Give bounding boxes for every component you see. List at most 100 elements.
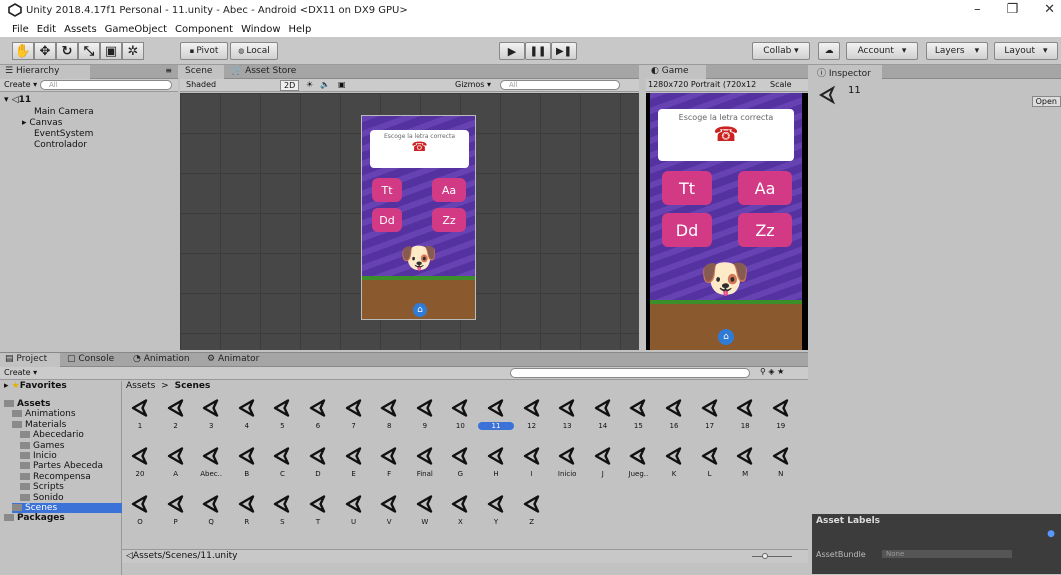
open-button[interactable]: Open — [1031, 96, 1061, 107]
unity-scene-icon[interactable] — [308, 446, 328, 466]
unity-scene-icon[interactable] — [344, 446, 364, 466]
project-tree-item[interactable]: Partes Abeceda — [20, 461, 103, 471]
scene-search-input[interactable]: All — [500, 80, 620, 90]
scene-asset-label[interactable]: 18 — [727, 422, 763, 430]
unity-scene-icon[interactable] — [130, 398, 150, 418]
unity-scene-icon[interactable] — [272, 446, 292, 466]
unity-scene-icon[interactable] — [272, 494, 292, 514]
close-icon[interactable]: ✕ — [1044, 2, 1055, 17]
project-tree-item[interactable]: Assets — [4, 399, 50, 409]
unity-scene-icon[interactable] — [522, 494, 542, 514]
menu-assets[interactable]: Assets — [64, 24, 97, 35]
hierarchy-root[interactable]: ▾ ◁11 — [4, 95, 31, 105]
unity-scene-icon[interactable] — [522, 446, 542, 466]
scene-asset-label[interactable]: 8 — [371, 422, 407, 430]
scene-asset-label[interactable]: 10 — [442, 422, 478, 430]
scene-asset-label[interactable]: 15 — [620, 422, 656, 430]
game-viewport[interactable]: Escoge la letra correcta ☎ Tt Aa Dd Zz 🐶… — [646, 93, 808, 350]
tab-animation[interactable]: ◔ Animation — [128, 353, 200, 367]
unity-scene-icon[interactable] — [735, 446, 755, 466]
scene-asset-label[interactable]: R — [229, 518, 265, 526]
scene-asset-label[interactable]: Jueg.. — [620, 470, 656, 478]
unity-scene-icon[interactable] — [450, 494, 470, 514]
unity-scene-icon[interactable] — [415, 494, 435, 514]
assetbundle-dropdown[interactable]: None — [882, 550, 1012, 558]
scene-asset-label[interactable]: 6 — [300, 422, 336, 430]
hierarchy-search-input[interactable]: All — [40, 80, 172, 90]
unity-scene-icon[interactable] — [735, 398, 755, 418]
audio-icon[interactable]: 🔈 — [320, 80, 330, 89]
hand-tool-icon[interactable]: ✋ — [12, 42, 34, 60]
scene-asset-label[interactable]: Z — [514, 518, 550, 526]
tab-game[interactable]: ◐ Game — [646, 65, 706, 79]
scene-viewport[interactable]: Escoge la letra correcta ☎ Tt Aa Dd Zz 🐶… — [180, 93, 639, 350]
menu-component[interactable]: Component — [175, 24, 233, 35]
unity-scene-icon[interactable] — [130, 446, 150, 466]
project-tree-item[interactable]: Packages — [4, 513, 65, 523]
scene-asset-label[interactable]: 14 — [585, 422, 621, 430]
scene-asset-label[interactable]: Y — [478, 518, 514, 526]
scene-asset-label[interactable]: Inicio — [549, 470, 585, 478]
hierarchy-item-canvas[interactable]: ▸ Canvas — [22, 118, 62, 128]
scene-asset-label[interactable]: I — [514, 470, 550, 478]
project-tree-item[interactable]: Scenes — [12, 503, 122, 513]
play-button[interactable]: ▶ — [499, 42, 525, 60]
project-tree-item[interactable]: Sonido — [20, 493, 64, 503]
tab-animator[interactable]: ⚙ Animator — [202, 353, 272, 367]
unity-scene-icon[interactable] — [450, 398, 470, 418]
unity-scene-icon[interactable] — [557, 398, 577, 418]
scene-asset-label[interactable]: 19 — [763, 422, 799, 430]
scene-asset-label[interactable]: 1 — [122, 422, 158, 430]
unity-scene-icon[interactable] — [344, 494, 364, 514]
project-create-button[interactable]: Create ▾ — [4, 368, 37, 377]
pivot-button[interactable]: ▪ Pivot — [180, 42, 228, 60]
project-tree-item[interactable]: Scripts — [20, 482, 64, 492]
layers-dropdown[interactable]: Layers ▾ — [926, 42, 988, 60]
pause-button[interactable]: ❚❚ — [525, 42, 551, 60]
scale-slider-label[interactable]: Scale — [770, 80, 792, 89]
tab-inspector[interactable]: ⓘ Inspector — [812, 65, 882, 79]
scene-asset-label[interactable]: M — [727, 470, 763, 478]
tab-asset-store[interactable]: 🛒 Asset Store — [226, 65, 306, 79]
project-tree-item[interactable]: Materials — [12, 420, 66, 430]
panel-menu-icon[interactable]: ≡ — [165, 66, 172, 75]
rect-tool-icon[interactable]: ▣ — [100, 42, 122, 60]
scene-asset-label[interactable]: N — [763, 470, 799, 478]
breadcrumb-assets[interactable]: Assets — [126, 381, 155, 391]
project-tree-item[interactable]: Recompensa — [20, 472, 91, 482]
scene-asset-label[interactable]: O — [122, 518, 158, 526]
scene-asset-label[interactable]: K — [656, 470, 692, 478]
scene-asset-label[interactable]: X — [442, 518, 478, 526]
scene-asset-label[interactable]: P — [158, 518, 194, 526]
scene-asset-label[interactable]: Final — [407, 470, 443, 478]
project-tree-item[interactable]: Inicio — [20, 451, 57, 461]
scene-asset-label[interactable]: 3 — [193, 422, 229, 430]
project-tree-item[interactable]: Animations — [12, 409, 76, 419]
unity-scene-icon[interactable] — [664, 398, 684, 418]
unity-scene-icon[interactable] — [166, 398, 186, 418]
unity-scene-icon[interactable] — [308, 398, 328, 418]
scene-asset-label[interactable]: L — [692, 470, 728, 478]
unity-scene-icon[interactable] — [771, 398, 791, 418]
move-tool-icon[interactable]: ✥ — [34, 42, 56, 60]
unity-scene-icon[interactable] — [486, 398, 506, 418]
unity-scene-icon[interactable] — [486, 446, 506, 466]
hierarchy-item-eventsystem[interactable]: EventSystem — [34, 129, 93, 139]
maximize-icon[interactable]: ❐ — [1006, 2, 1018, 17]
scene-asset-label[interactable]: D — [300, 470, 336, 478]
layout-dropdown[interactable]: Layout ▾ — [994, 42, 1058, 60]
unity-scene-icon[interactable] — [450, 446, 470, 466]
rotate-tool-icon[interactable]: ↻ — [56, 42, 78, 60]
tab-project[interactable]: ▤ Project — [0, 353, 60, 367]
local-button[interactable]: ◍ Local — [230, 42, 278, 60]
project-search-input[interactable] — [510, 368, 750, 378]
game-letter-aa[interactable]: Aa — [738, 171, 792, 205]
unity-scene-icon[interactable] — [557, 446, 577, 466]
scene-asset-label[interactable]: 16 — [656, 422, 692, 430]
menu-file[interactable]: File — [12, 24, 29, 35]
unity-scene-icon[interactable] — [130, 494, 150, 514]
breadcrumb-scenes[interactable]: Scenes — [175, 381, 211, 391]
tab-scene[interactable]: Scene — [180, 65, 224, 79]
unity-scene-icon[interactable] — [486, 494, 506, 514]
unity-scene-icon[interactable] — [771, 446, 791, 466]
